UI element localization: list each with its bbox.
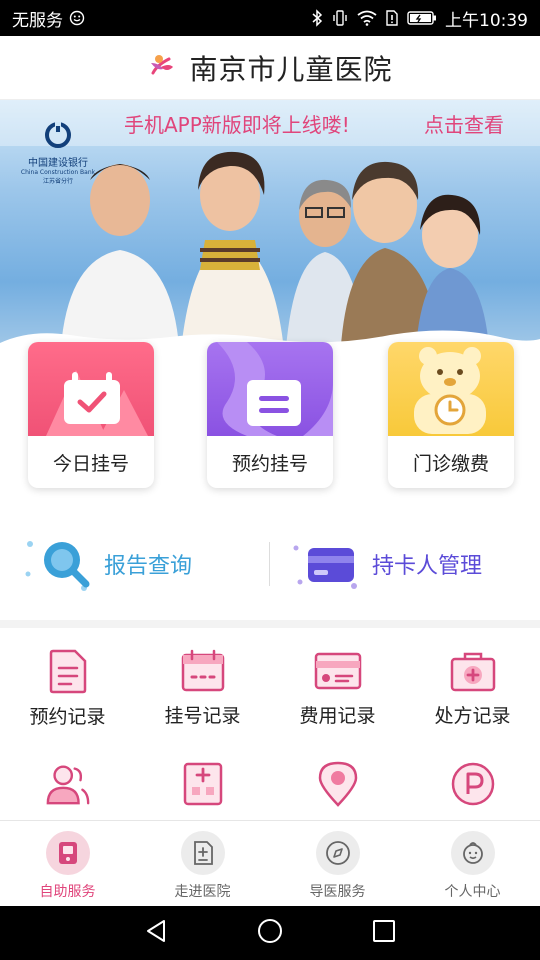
grid-item-register-records[interactable]: 挂号记录 bbox=[135, 628, 270, 728]
section-divider bbox=[0, 620, 540, 628]
system-nav-bar bbox=[0, 906, 540, 960]
document-icon bbox=[44, 648, 92, 694]
calendar-icon bbox=[179, 648, 227, 693]
tab-label: 个人中心 bbox=[444, 884, 501, 900]
child-face-icon bbox=[450, 831, 495, 875]
hospital-info-icon bbox=[180, 831, 225, 875]
hospital-icon bbox=[179, 760, 227, 808]
tab-label: 自助服务 bbox=[39, 884, 96, 900]
report-query-label: 报告查询 bbox=[104, 554, 193, 579]
tab-guide-service[interactable]: 导医服务 bbox=[270, 821, 405, 906]
status-right: 上午10:39 bbox=[311, 6, 528, 31]
self-service-icon bbox=[45, 831, 90, 875]
clock-text: 上午10:39 bbox=[445, 10, 528, 31]
tab-label: 导医服务 bbox=[309, 884, 366, 900]
page-title: 南京市儿童医院 bbox=[189, 52, 393, 86]
tab-personal-center[interactable]: 个人中心 bbox=[405, 821, 540, 906]
bluetooth-icon bbox=[311, 9, 323, 27]
banner-notice: 手机APP新版即将上线喽! bbox=[124, 112, 350, 137]
grid-item-parking[interactable] bbox=[405, 740, 540, 820]
status-left: 无服务 bbox=[12, 6, 85, 31]
service-grid: 预约记录 挂号记录 费用记录 处方记录 bbox=[0, 628, 540, 820]
status-bar: 无服务 上午10:39 bbox=[0, 0, 540, 36]
tab-self-service[interactable]: 自助服务 bbox=[0, 821, 135, 906]
grid-item-appointment-records[interactable]: 预约记录 bbox=[0, 628, 135, 728]
tab-label: 走进医院 bbox=[174, 884, 231, 900]
card-holder-label: 持卡人管理 bbox=[372, 554, 483, 579]
grid-item-location[interactable] bbox=[270, 740, 405, 820]
compass-icon bbox=[315, 831, 360, 875]
bottom-tab-bar: 自助服务 走进医院 导医服务 个人中心 bbox=[0, 820, 540, 906]
people-icon bbox=[44, 760, 92, 808]
back-icon[interactable] bbox=[144, 918, 168, 948]
tab-hospital-info[interactable]: 走进医院 bbox=[135, 821, 270, 906]
quick-links-divider bbox=[269, 542, 270, 586]
carrier-text: 无服务 bbox=[12, 10, 63, 31]
grid-label: 处方记录 bbox=[434, 705, 511, 727]
hospital-logo-icon bbox=[147, 51, 177, 85]
today-register-card[interactable]: 今日挂号 bbox=[28, 342, 154, 488]
magnifier-icon bbox=[25, 541, 90, 591]
card-holder-icon bbox=[293, 545, 357, 589]
document-icon bbox=[217, 342, 333, 436]
quick-links-row: 报告查询 持卡人管理 bbox=[0, 520, 540, 610]
outpatient-payment-label: 门诊缴费 bbox=[412, 452, 489, 475]
home-icon[interactable] bbox=[257, 918, 283, 948]
emoji-icon bbox=[69, 10, 85, 26]
location-icon bbox=[314, 760, 362, 808]
grid-item-people[interactable] bbox=[0, 740, 135, 820]
today-register-banner bbox=[28, 342, 154, 436]
calendar-check-icon bbox=[46, 370, 148, 436]
outpatient-payment-banner bbox=[388, 342, 514, 436]
promo-banner[interactable]: 手机APP新版即将上线喽! 点击查看 中国建设银行 China Construc… bbox=[0, 100, 540, 360]
grid-label: 费用记录 bbox=[299, 705, 376, 727]
card-holder-button[interactable]: 持卡人管理 bbox=[290, 534, 482, 594]
medical-kit-icon bbox=[449, 648, 497, 693]
banner-view-link[interactable]: 点击查看 bbox=[424, 109, 504, 138]
outpatient-payment-card[interactable]: 门诊缴费 bbox=[388, 342, 514, 488]
card-icon bbox=[314, 648, 362, 693]
today-register-label: 今日挂号 bbox=[52, 452, 129, 475]
grid-item-prescription-records[interactable]: 处方记录 bbox=[405, 628, 540, 728]
clock-bear-icon bbox=[414, 347, 486, 434]
appointment-register-banner bbox=[207, 342, 333, 436]
grid-item-hospital[interactable] bbox=[135, 740, 270, 820]
battery-icon bbox=[407, 10, 437, 26]
vibrate-icon bbox=[331, 9, 349, 27]
appointment-register-card[interactable]: 预约挂号 bbox=[207, 342, 333, 488]
recents-icon[interactable] bbox=[372, 919, 396, 947]
main-service-cards: 今日挂号 预约挂号 门诊缴费 bbox=[0, 340, 540, 490]
sim-alert-icon bbox=[385, 9, 399, 27]
grid-label: 预约记录 bbox=[29, 706, 106, 728]
report-query-button[interactable]: 报告查询 bbox=[22, 534, 192, 594]
appointment-register-label: 预约挂号 bbox=[231, 452, 308, 475]
parking-icon bbox=[449, 760, 497, 808]
grid-label: 挂号记录 bbox=[164, 705, 241, 727]
grid-item-fee-records[interactable]: 费用记录 bbox=[270, 628, 405, 728]
wifi-icon bbox=[357, 10, 377, 26]
app-header: 南京市儿童医院 bbox=[0, 36, 540, 100]
